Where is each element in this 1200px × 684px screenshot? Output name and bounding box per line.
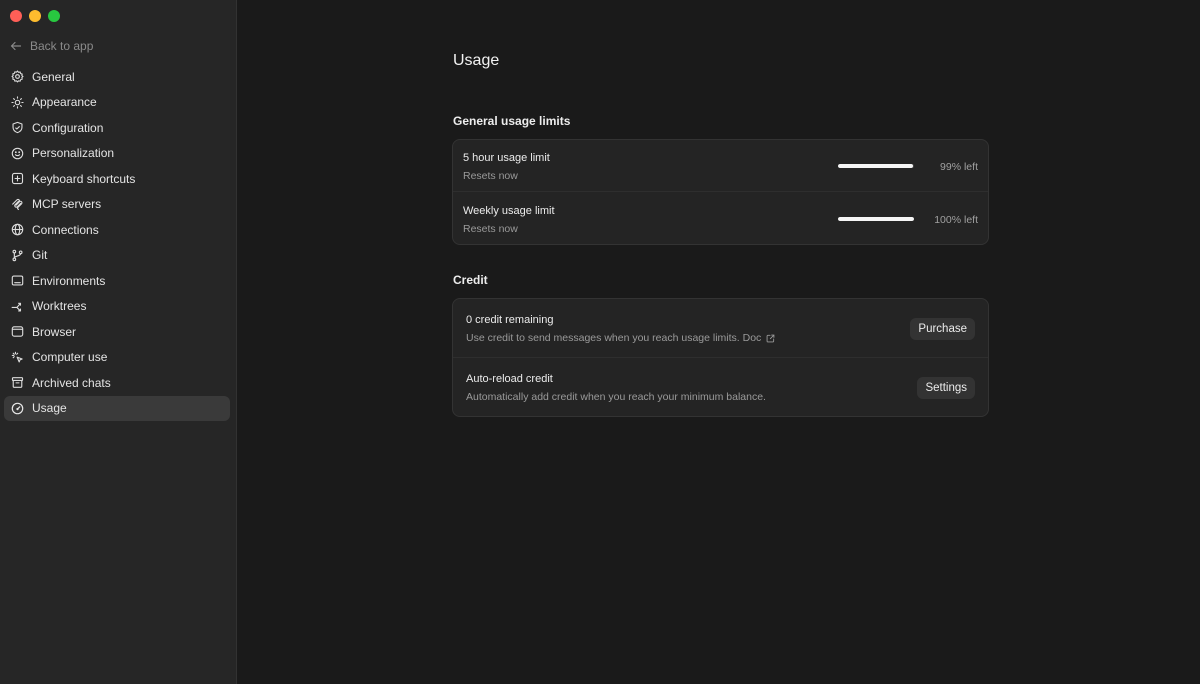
sidebar-item-computer-use[interactable]: Computer use bbox=[4, 345, 230, 371]
sidebar-item-appearance[interactable]: Appearance bbox=[4, 90, 230, 116]
sidebar-item-archived-chats[interactable]: Archived chats bbox=[4, 370, 230, 396]
sidebar-item-label: Appearance bbox=[32, 95, 97, 110]
settings-nav: General Appearance Configuration Persona… bbox=[4, 64, 230, 421]
browser-window-icon bbox=[11, 326, 24, 337]
archive-icon bbox=[11, 377, 24, 389]
zoom-window-button[interactable] bbox=[48, 10, 60, 22]
sidebar-item-label: General bbox=[32, 69, 75, 84]
usage-limit-reset: Resets now bbox=[463, 170, 518, 182]
usage-percent-left: 99% left bbox=[940, 161, 978, 173]
sidebar-item-label: Usage bbox=[32, 401, 67, 416]
shield-icon bbox=[12, 122, 23, 134]
credit-row: 0 credit remaining Use credit to send me… bbox=[453, 299, 988, 358]
usage-progress-bar bbox=[838, 164, 914, 168]
usage-percent-left: 100% left bbox=[934, 214, 978, 226]
sidebar-item-label: Environments bbox=[32, 273, 106, 288]
usage-limit-row: 5 hour usage limit Resets now 99% left bbox=[453, 140, 988, 192]
minimize-window-button[interactable] bbox=[29, 10, 41, 22]
command-key-icon bbox=[11, 173, 24, 185]
sidebar-item-general[interactable]: General bbox=[4, 64, 230, 90]
gear-icon bbox=[11, 70, 24, 83]
usage-limit-title: 5 hour usage limit bbox=[463, 152, 550, 164]
usage-limits-heading: General usage limits bbox=[453, 114, 571, 128]
mcp-icon bbox=[12, 198, 23, 210]
credit-description: Use credit to send messages when you rea… bbox=[466, 332, 775, 344]
sidebar-item-label: Git bbox=[32, 248, 48, 263]
credit-card: 0 credit remaining Use credit to send me… bbox=[452, 298, 989, 417]
cursor-click-icon bbox=[11, 351, 23, 363]
sun-icon bbox=[11, 96, 24, 109]
globe-icon bbox=[11, 223, 24, 236]
sidebar-item-label: Connections bbox=[32, 222, 99, 237]
page-title: Usage bbox=[453, 52, 500, 69]
worktree-icon bbox=[11, 302, 22, 312]
usage-limit-reset: Resets now bbox=[463, 223, 518, 235]
gauge-icon bbox=[11, 402, 24, 415]
window-controls bbox=[10, 10, 60, 22]
credit-description-text: Use credit to send messages when you rea… bbox=[466, 332, 762, 344]
sidebar-item-label: Worktrees bbox=[32, 299, 87, 314]
back-to-app-link[interactable]: Back to app bbox=[10, 38, 93, 54]
sidebar-item-personalization[interactable]: Personalization bbox=[4, 141, 230, 167]
sidebar-item-label: Personalization bbox=[32, 146, 115, 161]
sidebar-item-usage[interactable]: Usage bbox=[4, 395, 230, 421]
sidebar-item-label: Configuration bbox=[32, 120, 104, 135]
sidebar-item-label: Computer use bbox=[32, 350, 108, 365]
settings-button[interactable]: Settings bbox=[917, 377, 975, 399]
usage-progress-bar bbox=[838, 217, 914, 221]
usage-limits-card: 5 hour usage limit Resets now 99% left W… bbox=[452, 139, 989, 245]
credit-remaining-title: 0 credit remaining bbox=[466, 314, 554, 326]
sidebar-item-configuration[interactable]: Configuration bbox=[4, 115, 230, 141]
git-branch-icon bbox=[12, 249, 23, 262]
close-window-button[interactable] bbox=[10, 10, 22, 22]
credit-heading: Credit bbox=[453, 273, 488, 287]
usage-progress-fill bbox=[838, 164, 914, 168]
smiley-icon bbox=[11, 147, 24, 160]
arrow-left-icon bbox=[10, 41, 22, 51]
credit-row: Auto-reload credit Automatically add cre… bbox=[453, 358, 988, 416]
main-content: Usage General usage limits 5 hour usage … bbox=[237, 0, 1200, 684]
sidebar-item-mcp-servers[interactable]: MCP servers bbox=[4, 192, 230, 218]
auto-reload-title: Auto-reload credit bbox=[466, 373, 553, 385]
external-link-icon[interactable] bbox=[766, 334, 775, 343]
purchase-button[interactable]: Purchase bbox=[910, 318, 975, 340]
sidebar-item-label: Keyboard shortcuts bbox=[32, 171, 136, 186]
auto-reload-description: Automatically add credit when you reach … bbox=[466, 391, 766, 403]
back-to-app-label: Back to app bbox=[30, 39, 94, 53]
sidebar-item-connections[interactable]: Connections bbox=[4, 217, 230, 243]
sidebar-item-worktrees[interactable]: Worktrees bbox=[4, 294, 230, 320]
terminal-icon bbox=[11, 275, 24, 286]
sidebar-item-git[interactable]: Git bbox=[4, 243, 230, 269]
sidebar-item-keyboard-shortcuts[interactable]: Keyboard shortcuts bbox=[4, 166, 230, 192]
usage-limit-row: Weekly usage limit Resets now 100% left bbox=[453, 192, 988, 244]
sidebar-item-environments[interactable]: Environments bbox=[4, 268, 230, 294]
settings-sidebar: Back to app General Appearance Configura… bbox=[0, 0, 237, 684]
usage-limit-title: Weekly usage limit bbox=[463, 205, 555, 217]
sidebar-item-label: Browser bbox=[32, 324, 77, 339]
sidebar-item-label: MCP servers bbox=[32, 197, 102, 212]
sidebar-item-label: Archived chats bbox=[32, 375, 111, 390]
usage-progress-fill bbox=[838, 217, 914, 221]
sidebar-item-browser[interactable]: Browser bbox=[4, 319, 230, 345]
